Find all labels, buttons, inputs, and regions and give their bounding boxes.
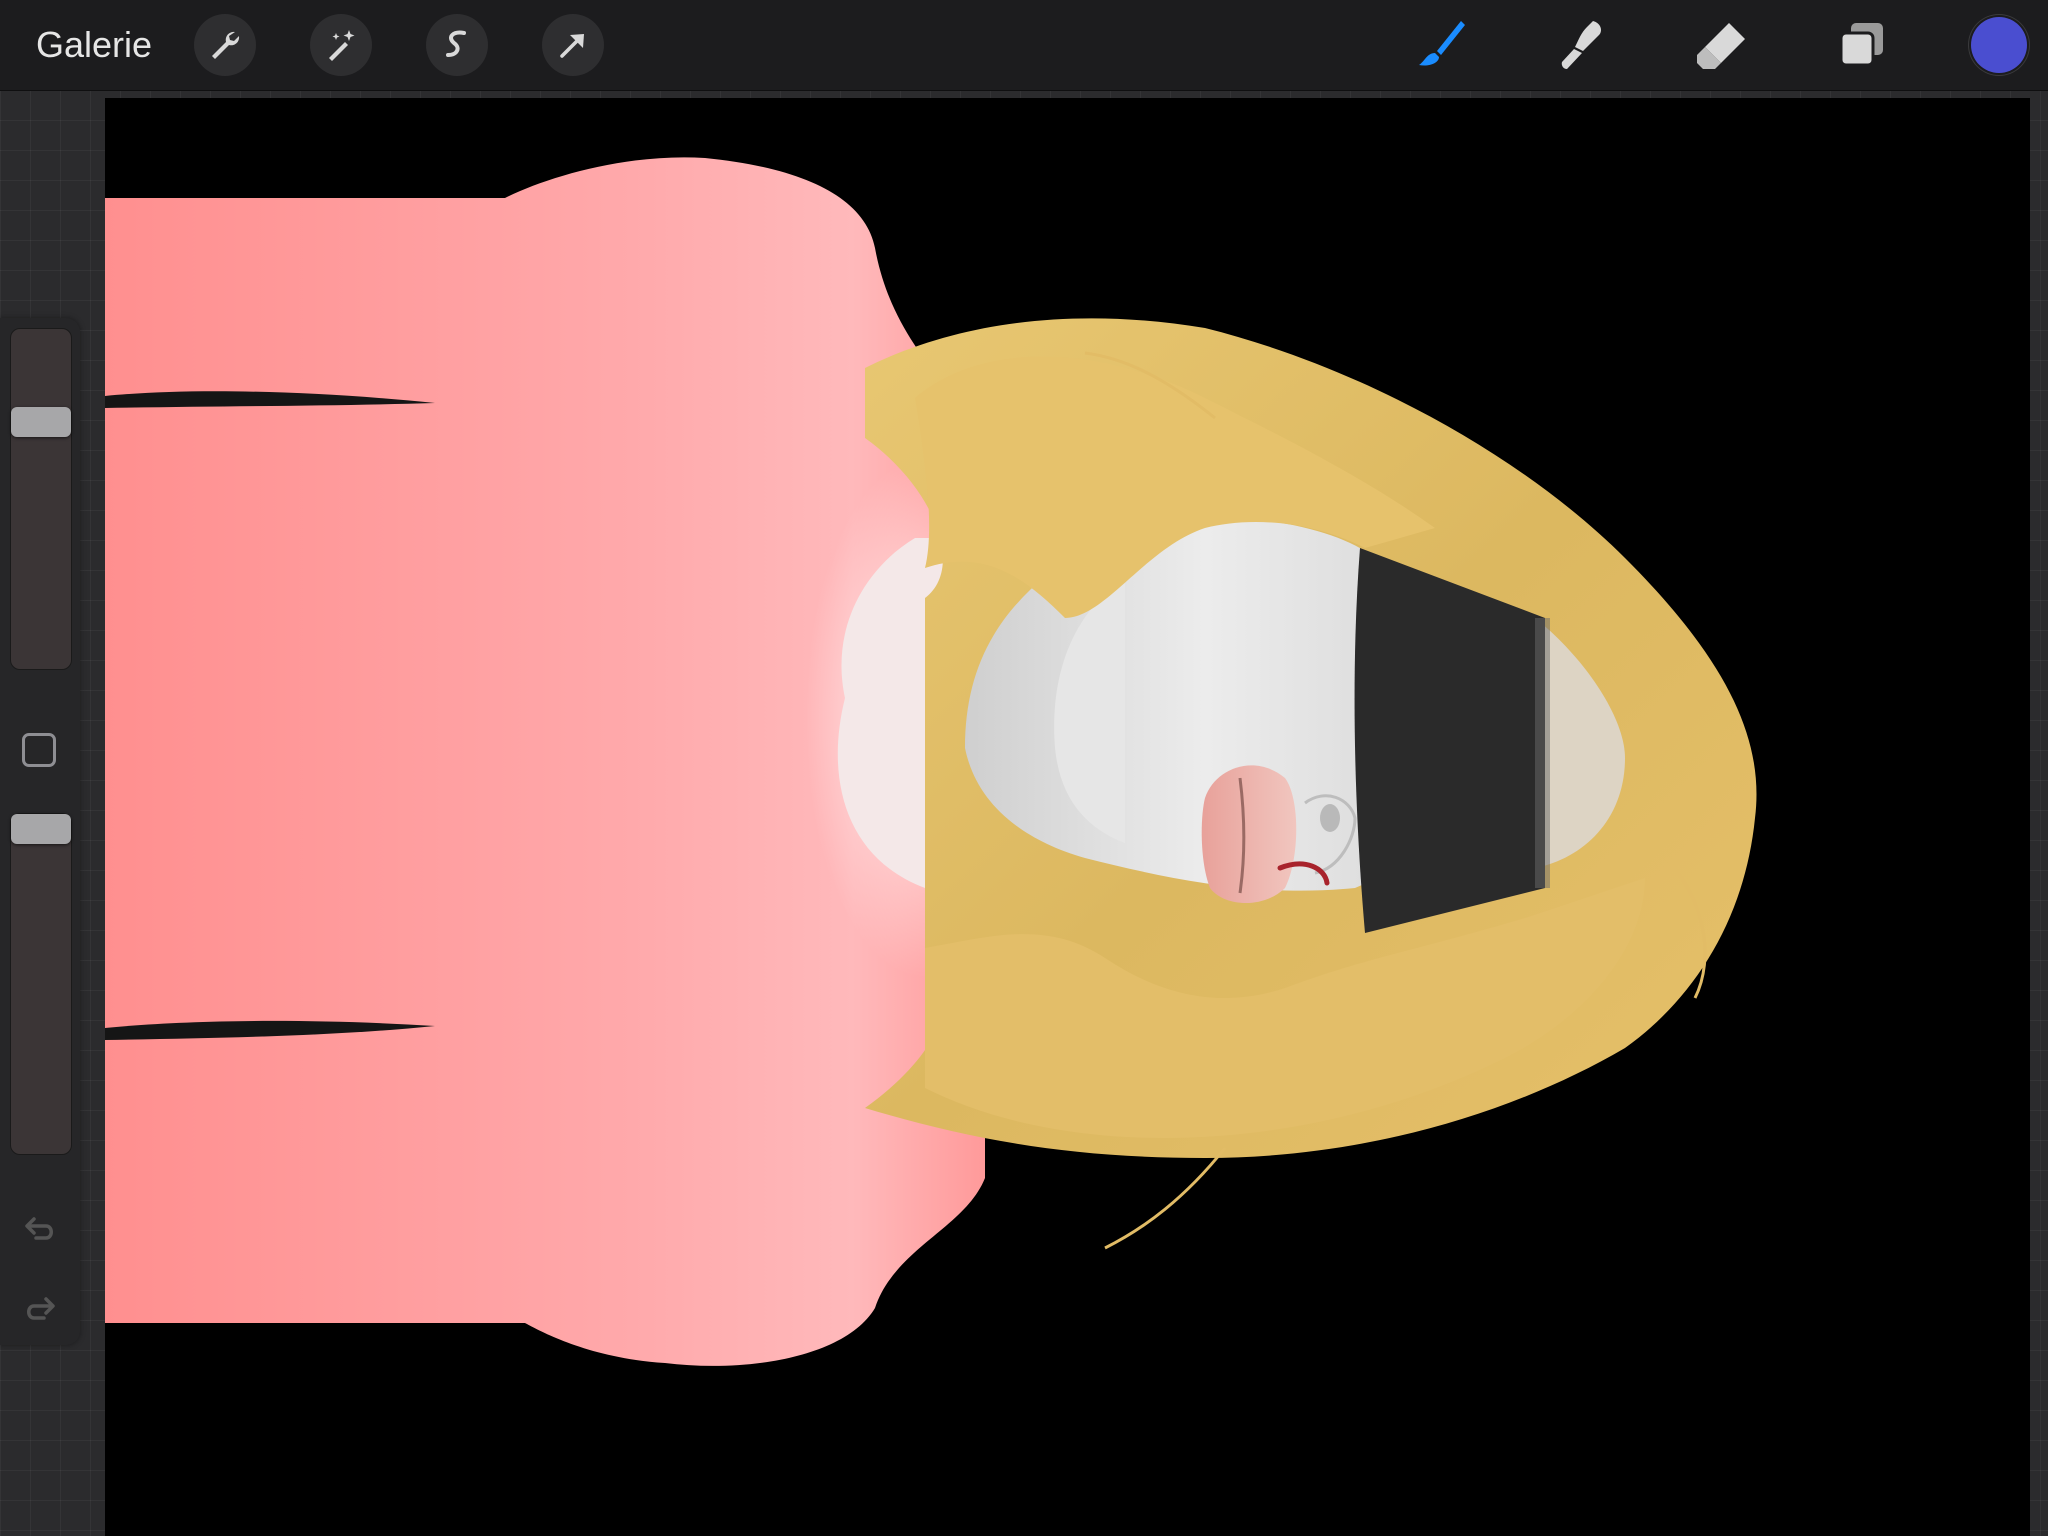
opacity-slider[interactable] [10, 813, 72, 1155]
actions-button[interactable] [194, 14, 256, 76]
selection-button[interactable] [426, 14, 488, 76]
gallery-button[interactable]: Galerie [36, 20, 152, 70]
selection-icon [446, 30, 466, 57]
drawing-canvas[interactable] [105, 98, 2030, 1536]
undo-icon[interactable] [20, 1208, 60, 1248]
opacity-handle[interactable] [11, 814, 71, 844]
adjustments-button[interactable] [310, 14, 372, 76]
eraser-tool-button[interactable] [1690, 14, 1752, 76]
brush-size-handle[interactable] [11, 407, 71, 437]
top-toolbar: Galerie [0, 0, 2048, 91]
brush-sidebar [0, 318, 80, 1345]
layers-icon [1839, 23, 1883, 67]
transform-arrow-icon [560, 34, 584, 58]
brush-size-slider[interactable] [10, 328, 72, 670]
brush-tool-button[interactable] [1410, 14, 1472, 76]
smudge-tool-button[interactable] [1550, 14, 1612, 76]
layers-button[interactable] [1830, 14, 1892, 76]
eraser-icon [1697, 23, 1745, 69]
portrait-artwork [105, 98, 2030, 1536]
redo-icon[interactable] [20, 1288, 60, 1328]
modify-button[interactable] [22, 733, 56, 767]
color-picker-button[interactable] [1971, 17, 2027, 73]
transform-button[interactable] [542, 14, 604, 76]
wrench-icon [212, 31, 240, 59]
brush-icon [1419, 21, 1465, 66]
smudge-icon [1561, 21, 1601, 69]
magic-wand-icon [329, 30, 355, 61]
